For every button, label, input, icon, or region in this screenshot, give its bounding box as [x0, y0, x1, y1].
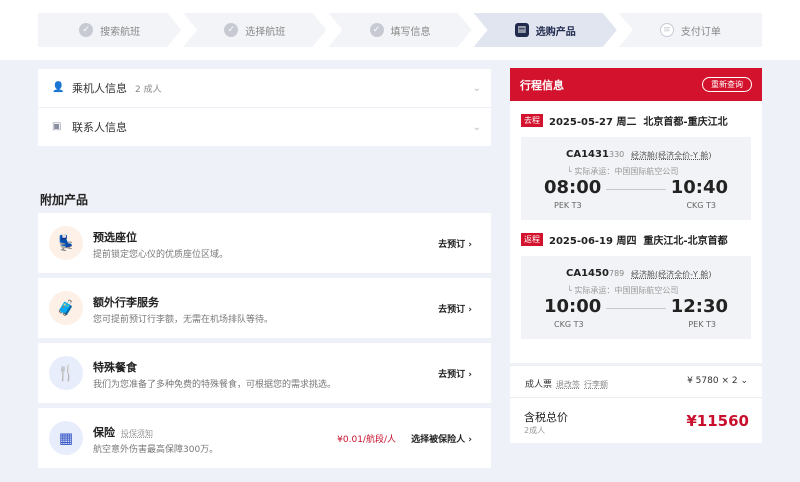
departure-time: 08:00: [544, 177, 602, 198]
step-pay: ≡ 支付订单: [618, 13, 763, 47]
itinerary-body: 去程 2025-05-27 周二 北京首都-重庆江北 CA1431 330 经济…: [510, 101, 762, 363]
fare-amount: ¥ 5780 × 2 ⌄: [687, 376, 748, 386]
arrival-time: 12:30: [670, 296, 728, 317]
passenger-count: 2 成人: [135, 84, 162, 95]
outbound-flight-card: CA1431 330 经济舱(经济全价-Y 舱) └ 实际承运：中国国际航空公司…: [521, 137, 751, 220]
addon-seat: 💺 预选座位 提前锁定您心仪的优质座位区域。 去预订 ›: [38, 213, 491, 273]
return-leg-title: 返程 2025-06-19 周四 重庆江北-北京首都: [521, 232, 728, 247]
arrival-time: 10:40: [670, 177, 728, 198]
flight-line: [606, 308, 666, 309]
fare-row[interactable]: 成人票 退改签 行李额 ¥ 5780 × 2 ⌄: [510, 365, 762, 397]
cabin-class[interactable]: 经济舱(经济全价-Y 舱): [631, 150, 712, 161]
outbound-tag: 去程: [521, 114, 543, 127]
luggage-icon: 🧳: [49, 291, 83, 325]
total-amount: ¥11560: [686, 412, 749, 430]
addons-title: 附加产品: [40, 193, 89, 207]
contact-info-row[interactable]: ▣ 联系人信息 ⌄: [38, 108, 491, 146]
addon-desc: 我们为您准备了多种免费的特殊餐食，可根据您的需求挑选。: [93, 380, 337, 390]
leg-route: 重庆江北-北京首都: [643, 236, 728, 247]
check-icon: ✓: [370, 23, 384, 37]
return-tag: 返程: [521, 233, 543, 246]
seat-icon: 💺: [49, 226, 83, 260]
chevron-down-icon: ⌄: [472, 121, 481, 133]
passenger-info-row[interactable]: 👤 乘机人信息 2 成人 ⌄: [38, 69, 491, 107]
addon-title: 预选座位: [93, 231, 137, 244]
addon-desc: 提前锁定您心仪的优质座位区域。: [93, 250, 229, 260]
contact-card-icon: ▣: [52, 121, 62, 132]
addon-desc: 您可提前预订行李额，无需在机场排队等待。: [93, 315, 274, 325]
leg-date: 2025-06-19 周四: [549, 236, 637, 247]
leg-date: 2025-05-27 周二: [549, 117, 637, 128]
total-label: 含税总价: [524, 411, 568, 424]
operator: └ 实际承运：中国国际航空公司: [567, 167, 679, 176]
step-search[interactable]: ✓ 搜索航班: [38, 13, 181, 47]
briefcase-icon: ▤: [515, 23, 529, 37]
refund-change-link[interactable]: 退改签: [556, 380, 580, 389]
check-icon: ✓: [224, 23, 238, 37]
total-price-panel: 含税总价 2成人 ¥11560: [510, 397, 762, 443]
cabin-class[interactable]: 经济舱(经济全价-Y 舱): [631, 269, 712, 280]
leg-route: 北京首都-重庆江北: [643, 117, 728, 128]
departure-time: 10:00: [544, 296, 602, 317]
baggage-allowance-link[interactable]: 行李额: [584, 380, 608, 389]
total-passenger-count: 2成人: [524, 426, 546, 435]
cutlery-icon: 🍴: [49, 356, 83, 390]
aircraft-type: 330: [609, 150, 625, 159]
requery-button[interactable]: 重新查询: [702, 77, 752, 92]
addon-baggage: 🧳 额外行李服务 您可提前预订行李额，无需在机场排队等待。 去预订 ›: [38, 278, 491, 338]
book-seat-button[interactable]: 去预订 ›: [438, 237, 472, 250]
step-label: 填写信息: [390, 26, 431, 38]
addon-desc: 航空意外伤害最高保障300万。: [93, 445, 219, 455]
flight-number: CA1450: [566, 268, 609, 279]
check-icon: ✓: [79, 23, 93, 37]
insurance-doc-icon: ▦: [49, 421, 83, 455]
step-label: 支付订单: [680, 26, 721, 38]
contact-title: 联系人信息: [72, 121, 127, 134]
select-insured-button[interactable]: 选择被保险人 ›: [411, 432, 472, 445]
addon-title: 额外行李服务: [93, 296, 159, 309]
step-products: ▤ 选购产品: [474, 13, 617, 47]
arrival-airport: CKG T3: [686, 201, 716, 210]
person-icon: 👤: [52, 82, 65, 93]
chevron-down-icon: ⌄: [472, 82, 481, 94]
progress-steps: ✓ 搜索航班 ✓ 选择航班 ✓ 填写信息 ▤ 选购产品 ≡ 支付订单: [38, 13, 763, 47]
flight-line: [606, 189, 666, 190]
addon-title: 特殊餐食: [93, 361, 137, 374]
fare-label: 成人票 退改签 行李额: [525, 380, 609, 390]
aircraft-type: 789: [609, 269, 625, 278]
addon-title: 保险 投保须知: [93, 426, 153, 439]
step-fill[interactable]: ✓ 填写信息: [328, 13, 471, 47]
insurance-price: ¥0.01/航段/人: [337, 435, 396, 445]
book-meal-button[interactable]: 去预订 ›: [438, 367, 472, 380]
departure-airport: PEK T3: [554, 201, 582, 210]
step-label: 选择航班: [245, 26, 286, 38]
step-select[interactable]: ✓ 选择航班: [183, 13, 326, 47]
book-baggage-button[interactable]: 去预订 ›: [438, 302, 472, 315]
itinerary-header: 行程信息 重新查询: [510, 68, 762, 101]
addon-insurance: ▦ 保险 投保须知 航空意外伤害最高保障300万。 ¥0.01/航段/人 选择被保…: [38, 408, 491, 468]
operator: └ 实际承运：中国国际航空公司: [567, 286, 679, 295]
addon-meal: 🍴 特殊餐食 我们为您准备了多种免费的特殊餐食，可根据您的需求挑选。 去预订 ›: [38, 343, 491, 403]
return-flight-card: CA1450 789 经济舱(经济全价-Y 舱) └ 实际承运：中国国际航空公司…: [521, 256, 751, 339]
chevron-down-icon: ⌄: [740, 376, 748, 386]
flight-number: CA1431: [566, 149, 609, 160]
insurance-terms-link[interactable]: 投保须知: [121, 429, 153, 438]
document-icon: ≡: [659, 23, 674, 37]
outbound-leg-title: 去程 2025-05-27 周二 北京首都-重庆江北: [521, 113, 728, 128]
arrival-airport: PEK T3: [688, 320, 716, 329]
step-label: 搜索航班: [100, 26, 141, 38]
itinerary-title: 行程信息: [520, 78, 564, 92]
departure-airport: CKG T3: [554, 320, 584, 329]
passenger-title: 乘机人信息: [72, 82, 127, 95]
step-label: 选购产品: [535, 26, 576, 38]
